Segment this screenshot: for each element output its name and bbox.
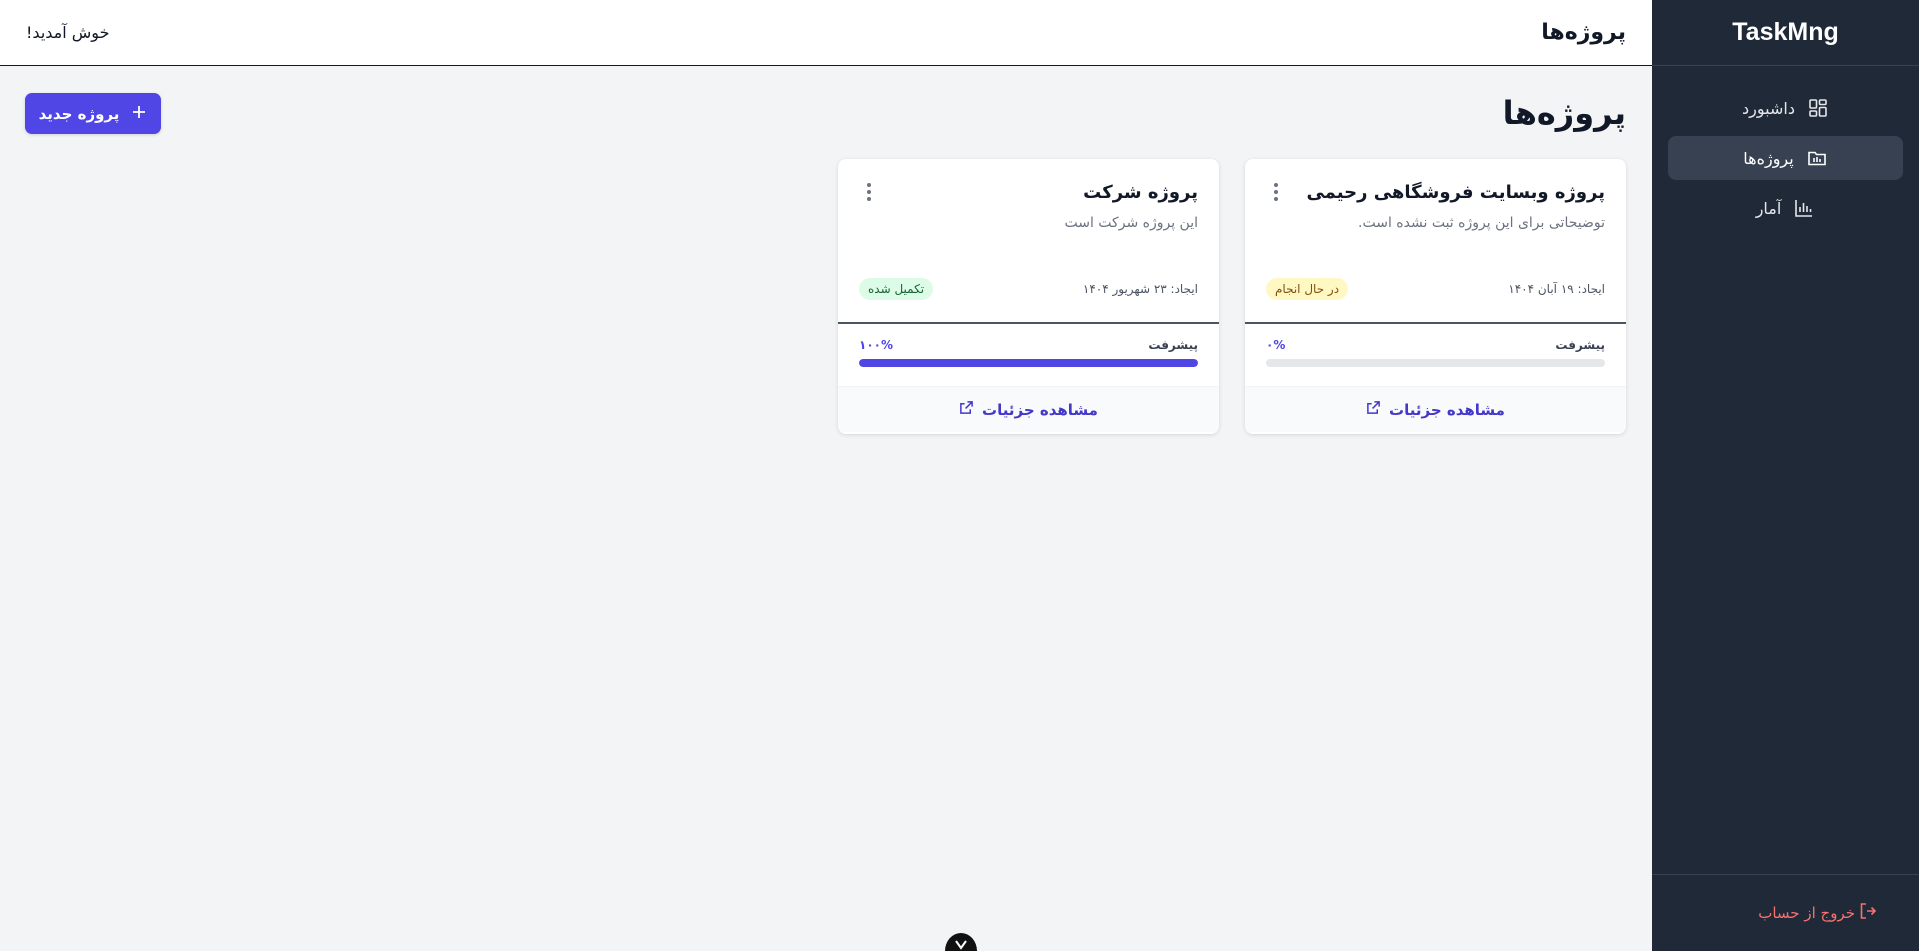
- sidebar-item-projects[interactable]: پروژه‌ها: [1668, 136, 1903, 180]
- view-details-button[interactable]: مشاهده جزئیات: [1245, 386, 1626, 432]
- header-title: پروژه‌ها: [1541, 20, 1626, 45]
- external-link-icon: [959, 400, 974, 419]
- page-title: پروژه‌ها: [1502, 94, 1626, 132]
- project-created-date: ایجاد: ۱۹ آبان ۱۴۰۴: [1508, 282, 1605, 296]
- project-title: پروژه وبسایت فروشگاهی رحیمی: [1306, 181, 1605, 203]
- project-description: این پروژه شرکت است: [1064, 215, 1198, 231]
- chevron-down-icon[interactable]: [945, 933, 977, 951]
- logout-button[interactable]: خروج از حساب: [1652, 874, 1919, 951]
- view-details-button[interactable]: مشاهده جزئیات: [838, 386, 1219, 432]
- progress-bar: [859, 359, 1198, 367]
- progress-label: پیشرفت: [1148, 338, 1198, 352]
- status-badge: در حال انجام: [1266, 278, 1349, 300]
- new-project-button[interactable]: پروژه جدید: [25, 93, 161, 134]
- more-options-icon[interactable]: [1266, 181, 1286, 203]
- more-options-icon[interactable]: [859, 181, 879, 203]
- sidebar: TaskMng داشبورد پروژه‌ها: [1652, 0, 1919, 951]
- progress-value: ۱۰۰%: [859, 338, 893, 352]
- sidebar-item-label: پروژه‌ها: [1743, 148, 1794, 168]
- sidebar-item-label: داشبورد: [1742, 98, 1795, 118]
- new-project-label: پروژه جدید: [38, 104, 120, 123]
- external-link-icon: [1366, 400, 1381, 419]
- top-header: پروژه‌ها خوش آمدید!: [0, 0, 1652, 66]
- project-description: توضیحاتی برای این پروژه ثبت نشده است.: [1358, 215, 1605, 231]
- project-title: پروژه شرکت: [1083, 181, 1198, 203]
- view-details-label: مشاهده جزئیات: [982, 400, 1098, 419]
- view-details-label: مشاهده جزئیات: [1389, 400, 1505, 419]
- plus-icon: [131, 104, 147, 124]
- app-brand: TaskMng: [1652, 0, 1919, 66]
- sidebar-item-label: آمار: [1755, 198, 1782, 218]
- progress-label: پیشرفت: [1555, 338, 1605, 352]
- logout-icon: [1859, 902, 1877, 924]
- project-card: پروژه وبسایت فروشگاهی رحیمی توضیحاتی برا…: [1245, 159, 1626, 434]
- sidebar-nav: داشبورد پروژه‌ها آمار: [1652, 66, 1919, 256]
- folder-icon: [1806, 147, 1828, 169]
- progress-bar-fill: [859, 359, 1198, 367]
- chart-icon: [1793, 197, 1815, 219]
- dashboard-icon: [1807, 97, 1829, 119]
- status-badge: تکمیل شده: [859, 278, 934, 300]
- project-created-date: ایجاد: ۲۳ شهریور ۱۴۰۴: [1082, 282, 1198, 296]
- progress-bar: [1266, 359, 1605, 367]
- welcome-text: خوش آمدید!: [26, 23, 110, 42]
- sidebar-item-stats[interactable]: آمار: [1668, 186, 1903, 230]
- sidebar-item-dashboard[interactable]: داشبورد: [1668, 86, 1903, 130]
- project-card: پروژه شرکت این پروژه شرکت است ایجاد: ۲۳ …: [838, 159, 1219, 434]
- logout-label: خروج از حساب: [1758, 904, 1855, 922]
- progress-value: ۰%: [1266, 338, 1286, 352]
